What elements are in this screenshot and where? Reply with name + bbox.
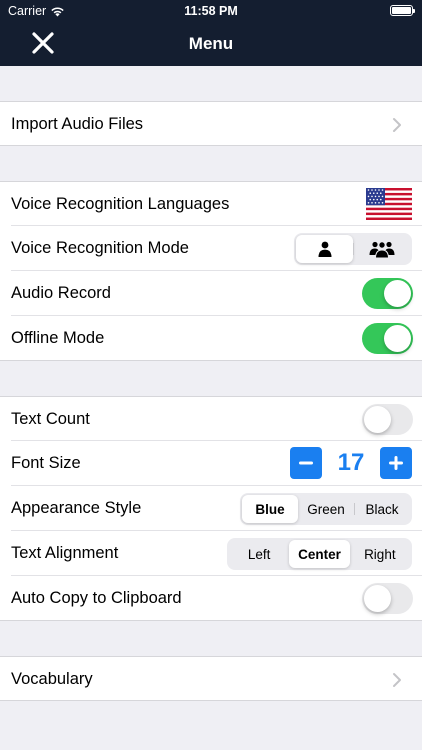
font-size-row: Font Size 17 <box>0 441 422 486</box>
group-icon <box>369 241 394 258</box>
alignment-segmented-control: Left Center Right <box>227 538 412 570</box>
offline-mode-row: Offline Mode <box>0 316 422 361</box>
alignment-option-right[interactable]: Right <box>350 540 410 568</box>
minus-icon <box>299 461 313 465</box>
font-size-label: Font Size <box>11 454 81 472</box>
text-count-label: Text Count <box>11 410 90 428</box>
import-audio-files-row[interactable]: Import Audio Files <box>0 101 422 146</box>
alignment-option-center[interactable]: Center <box>289 540 350 568</box>
chevron-right-icon <box>393 673 401 687</box>
appearance-option-black[interactable]: Black <box>354 495 410 523</box>
font-size-decrease-button[interactable] <box>290 447 322 479</box>
vocabulary-row[interactable]: Vocabulary <box>0 656 422 701</box>
import-audio-files-label: Import Audio Files <box>11 115 144 133</box>
audio-record-row: Audio Record <box>0 271 422 316</box>
text-alignment-row: Text Alignment Left Center Right <box>0 531 422 576</box>
auto-copy-toggle[interactable] <box>362 583 413 614</box>
voice-recognition-mode-label: Voice Recognition Mode <box>11 239 189 257</box>
audio-record-toggle[interactable] <box>362 278 413 309</box>
chevron-right-icon <box>393 118 401 132</box>
appearance-segmented-control: Blue Green Black <box>240 493 412 525</box>
offline-mode-label: Offline Mode <box>11 329 105 347</box>
font-size-stepper: 17 <box>290 447 412 479</box>
appearance-option-green[interactable]: Green <box>298 495 354 523</box>
voice-recognition-mode-row: Voice Recognition Mode <box>0 226 422 271</box>
auto-copy-row: Auto Copy to Clipboard <box>0 576 422 621</box>
appearance-style-label: Appearance Style <box>11 499 142 517</box>
text-alignment-label: Text Alignment <box>11 544 119 562</box>
appearance-style-row: Appearance Style Blue Green Black <box>0 486 422 531</box>
auto-copy-label: Auto Copy to Clipboard <box>11 589 182 607</box>
voice-recognition-languages-label: Voice Recognition Languages <box>11 195 230 213</box>
single-person-icon <box>318 241 331 257</box>
us-flag-icon[interactable] <box>366 188 412 220</box>
text-count-toggle[interactable] <box>362 404 413 435</box>
voice-mode-segmented-control <box>294 233 412 265</box>
battery-icon <box>390 5 415 16</box>
mode-option-group[interactable] <box>353 235 410 263</box>
plus-icon <box>389 456 403 470</box>
voice-recognition-languages-row[interactable]: Voice Recognition Languages <box>0 181 422 226</box>
text-count-row: Text Count <box>0 396 422 441</box>
alignment-option-left[interactable]: Left <box>229 540 289 568</box>
navigation-bar: Carrier 11:58 PM Menu <box>0 0 422 66</box>
status-bar: Carrier 11:58 PM <box>0 0 422 22</box>
font-size-increase-button[interactable] <box>380 447 412 479</box>
appearance-option-blue[interactable]: Blue <box>242 495 298 523</box>
status-time: 11:58 PM <box>184 4 238 18</box>
vocabulary-label: Vocabulary <box>11 670 93 688</box>
offline-mode-toggle[interactable] <box>362 323 413 354</box>
page-title: Menu <box>188 34 234 53</box>
font-size-value: 17 <box>337 449 365 476</box>
mode-option-single[interactable] <box>296 235 353 263</box>
audio-record-label: Audio Record <box>11 284 111 302</box>
